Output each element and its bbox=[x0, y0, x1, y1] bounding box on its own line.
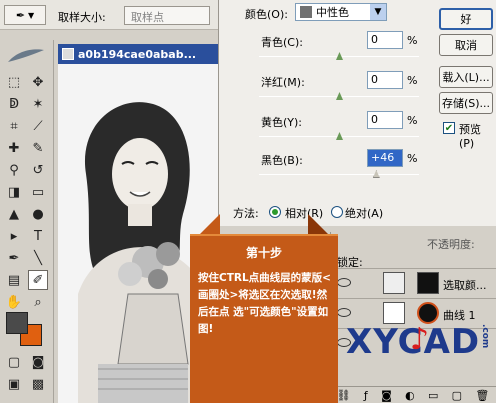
slider-label: 洋红(M): bbox=[261, 76, 305, 89]
layers-panel: 锁定: 不透明度: 选取颜... 曲线 1 bbox=[330, 232, 496, 403]
callout-title: 第十步 bbox=[245, 246, 282, 260]
curves-thumbnail bbox=[383, 302, 405, 324]
trash-icon[interactable]: 🗑 bbox=[475, 389, 489, 402]
slider-value-field[interactable]: +46 bbox=[367, 149, 403, 167]
eye-icon[interactable] bbox=[337, 308, 351, 317]
clone-stamp-icon[interactable]: ⚲ bbox=[4, 160, 24, 180]
zoom-tool-icon[interactable]: ⌕ bbox=[28, 292, 48, 312]
document-title: a0b194cae0abab... bbox=[78, 47, 197, 61]
adjustment-layer-icon[interactable]: ◐ bbox=[405, 389, 415, 402]
slider-value-field[interactable]: 0 bbox=[367, 111, 403, 129]
notes-tool-icon[interactable]: ▤ bbox=[4, 270, 24, 290]
relative-radio[interactable] bbox=[269, 206, 281, 218]
color-swatch bbox=[300, 6, 312, 18]
sample-size-select[interactable]: 取样点 bbox=[124, 6, 210, 25]
slider-label: 黑色(B): bbox=[261, 154, 303, 167]
percent-unit: % bbox=[407, 34, 418, 47]
circled-mask-thumbnail[interactable] bbox=[417, 302, 439, 324]
colors-select[interactable]: 中性色 ▼ bbox=[295, 3, 387, 21]
quick-mask-icon[interactable]: ◙ bbox=[28, 352, 48, 372]
percent-unit: % bbox=[407, 114, 418, 127]
eyedropper-tool-icon[interactable]: ✐ bbox=[28, 270, 48, 290]
pen-tool-icon[interactable]: ✒ bbox=[4, 248, 24, 268]
history-brush-icon[interactable]: ↺ bbox=[28, 160, 48, 180]
line-tool-icon[interactable]: ╲ bbox=[28, 248, 48, 268]
magic-wand-icon[interactable]: ✶ bbox=[28, 94, 48, 114]
tutorial-callout: 第十步 按住CTRL点曲线层的蒙版<画圈处>将选区在次选取!然后在点 选"可选颜… bbox=[190, 234, 338, 403]
save-button[interactable]: 存储(S)... bbox=[439, 92, 493, 114]
brush-tool-icon[interactable]: ✎ bbox=[28, 138, 48, 158]
link-layers-icon[interactable]: ⛓ bbox=[337, 389, 351, 402]
slider-label: 青色(C): bbox=[261, 36, 303, 49]
music-note-icon: ♪ bbox=[410, 322, 430, 357]
percent-unit: % bbox=[407, 152, 418, 165]
gradient-tool-icon[interactable]: ▭ bbox=[28, 182, 48, 202]
slider-value-field[interactable]: 0 bbox=[367, 31, 403, 49]
options-bar: ✒ ▼ 取样大小: 取样点 bbox=[0, 0, 230, 30]
foreground-color-swatch[interactable] bbox=[6, 312, 28, 334]
slider-value-field[interactable]: 0 bbox=[367, 71, 403, 89]
new-group-icon[interactable]: ▭ bbox=[428, 389, 438, 402]
opacity-label: 不透明度: bbox=[427, 238, 475, 251]
absolute-radio[interactable] bbox=[331, 206, 343, 218]
selective-color-dialog: 颜色(O): 中性色 ▼ 青色(C): 0% 洋红(M): 0% 黄色(Y): 0% 黑色(… bbox=[218, 0, 496, 226]
layer-name: 选取颜... bbox=[443, 279, 487, 292]
eraser-tool-icon[interactable]: ◨ bbox=[4, 182, 24, 202]
full-screen-icon[interactable]: ▩ bbox=[28, 374, 48, 394]
relative-label: 相对(R) bbox=[285, 207, 324, 220]
layer-row-selective-color[interactable]: 选取颜... bbox=[331, 268, 496, 298]
colors-select-value: 中性色 bbox=[316, 6, 349, 19]
sample-size-label: 取样大小: bbox=[58, 11, 106, 24]
new-layer-icon[interactable]: ▢ bbox=[452, 389, 462, 402]
percent-unit: % bbox=[407, 74, 418, 87]
load-button[interactable]: 载入(L)... bbox=[439, 66, 493, 88]
chevron-down-icon: ▼ bbox=[28, 10, 35, 20]
crop-tool-icon[interactable]: ⌗ bbox=[4, 116, 24, 136]
path-select-icon[interactable]: ▸ bbox=[4, 226, 24, 246]
marquee-tool-icon[interactable]: ⬚ bbox=[4, 72, 24, 92]
absolute-label: 绝对(A) bbox=[345, 207, 384, 220]
standard-mode-icon[interactable]: ▢ bbox=[4, 352, 24, 372]
type-tool-icon[interactable]: T bbox=[28, 226, 48, 246]
eye-icon[interactable] bbox=[337, 278, 351, 287]
document-icon bbox=[62, 48, 74, 60]
ok-button[interactable]: 好 bbox=[439, 8, 493, 30]
preview-checkbox[interactable]: ✔ bbox=[443, 122, 455, 134]
watermark: XYCAD .com ♪ bbox=[346, 322, 492, 366]
eyedropper-icon: ✒ bbox=[15, 8, 26, 22]
screen-mode-icon[interactable]: ▣ bbox=[4, 374, 24, 394]
method-label: 方法: bbox=[233, 207, 259, 220]
adjustment-thumbnail bbox=[383, 272, 405, 294]
healing-brush-icon[interactable]: ✚ bbox=[4, 138, 24, 158]
feather-logo bbox=[8, 49, 44, 62]
colors-label: 颜色(O): bbox=[245, 8, 288, 21]
preview-label: 预览(P) bbox=[459, 123, 481, 150]
lasso-tool-icon[interactable]: ↁ bbox=[4, 94, 24, 114]
layer-style-icon[interactable]: ƒ bbox=[364, 389, 368, 402]
slider-label: 黄色(Y): bbox=[261, 116, 303, 129]
layers-toolbar: ⛓ ƒ ◙ ◐ ▭ ▢ 🗑 bbox=[330, 386, 496, 403]
slice-tool-icon[interactable]: ⟋ bbox=[28, 116, 48, 136]
layer-mask-thumbnail[interactable] bbox=[417, 272, 439, 294]
add-mask-icon[interactable]: ◙ bbox=[381, 389, 392, 402]
document-title-bar[interactable]: a0b194cae0abab... bbox=[58, 44, 218, 64]
toolbox: ⬚ ✥ ↁ ✶ ⌗ ⟋ ✚ ✎ ⚲ ↺ ◨ ▭ ▲ ● ▸ T ✒ ╲ ▤ ✐ … bbox=[0, 40, 54, 403]
dodge-tool-icon[interactable]: ● bbox=[28, 204, 48, 224]
callout-body: 按住CTRL点曲线层的蒙版<画圈处>将选区在次选取!然后在点 选"可选颜色"设置… bbox=[198, 272, 331, 335]
tool-preset-picker[interactable]: ✒ ▼ bbox=[4, 5, 46, 25]
chevron-down-icon: ▼ bbox=[370, 4, 386, 20]
hand-tool-icon[interactable]: ✋ bbox=[4, 292, 24, 312]
blur-tool-icon[interactable]: ▲ bbox=[4, 204, 24, 224]
cancel-button[interactable]: 取消 bbox=[439, 34, 493, 56]
layer-name: 曲线 1 bbox=[443, 309, 476, 322]
slider-track[interactable] bbox=[259, 174, 419, 175]
move-tool-icon[interactable]: ✥ bbox=[28, 72, 48, 92]
watermark-suffix: .com bbox=[480, 324, 490, 349]
